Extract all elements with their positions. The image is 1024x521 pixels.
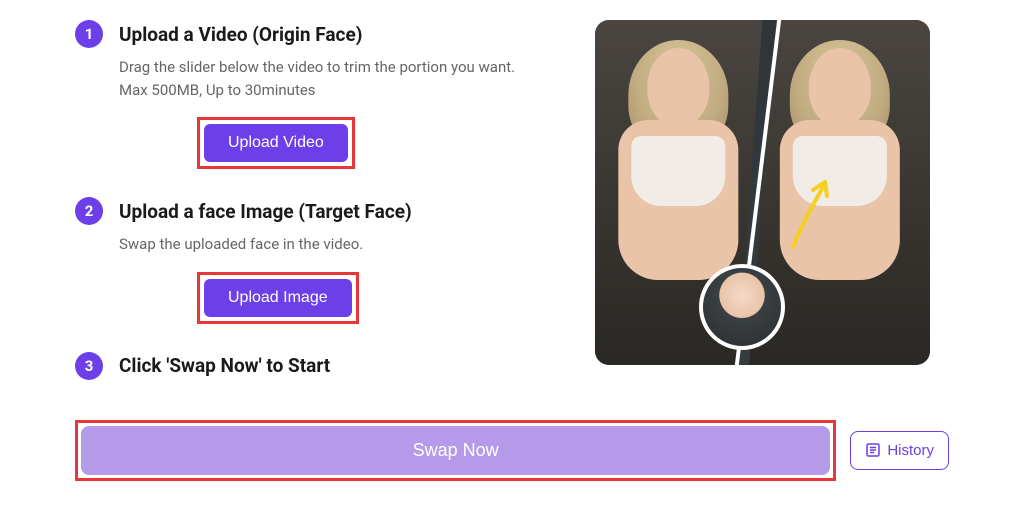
history-button[interactable]: History [850,431,949,470]
target-face-avatar [699,264,785,350]
step-title: Click 'Swap Now' to Start [119,354,330,377]
preview-split [595,20,930,365]
step-3: 3 Click 'Swap Now' to Start [75,352,535,380]
step-header: 1 Upload a Video (Origin Face) [75,20,535,48]
step-1: 1 Upload a Video (Origin Face) Drag the … [75,20,535,169]
step-number-badge: 2 [75,197,103,225]
swap-now-button[interactable]: Swap Now [81,426,830,475]
step-2: 2 Upload a face Image (Target Face) Swap… [75,197,535,324]
step-description: Swap the uploaded face in the video. [119,233,535,256]
main-container: 1 Upload a Video (Origin Face) Drag the … [75,20,949,408]
swap-now-highlight: Swap Now [75,420,836,481]
upload-image-highlight: Upload Image [197,272,359,324]
step-title: Upload a Video (Origin Face) [119,23,362,46]
step-header: 3 Click 'Swap Now' to Start [75,352,535,380]
upload-video-highlight: Upload Video [197,117,355,169]
step-description: Drag the slider below the video to trim … [119,56,535,101]
history-button-label: History [887,442,934,459]
steps-container: 1 Upload a Video (Origin Face) Drag the … [75,20,535,408]
upload-video-button[interactable]: Upload Video [204,124,348,162]
history-icon [865,442,881,458]
preview-image [595,20,930,365]
step-number-badge: 1 [75,20,103,48]
step-title: Upload a face Image (Target Face) [119,200,412,223]
bottom-row: Swap Now History [75,420,949,481]
upload-image-button[interactable]: Upload Image [204,279,352,317]
step-header: 2 Upload a face Image (Target Face) [75,197,535,225]
arrow-icon [783,172,843,252]
step-number-badge: 3 [75,352,103,380]
